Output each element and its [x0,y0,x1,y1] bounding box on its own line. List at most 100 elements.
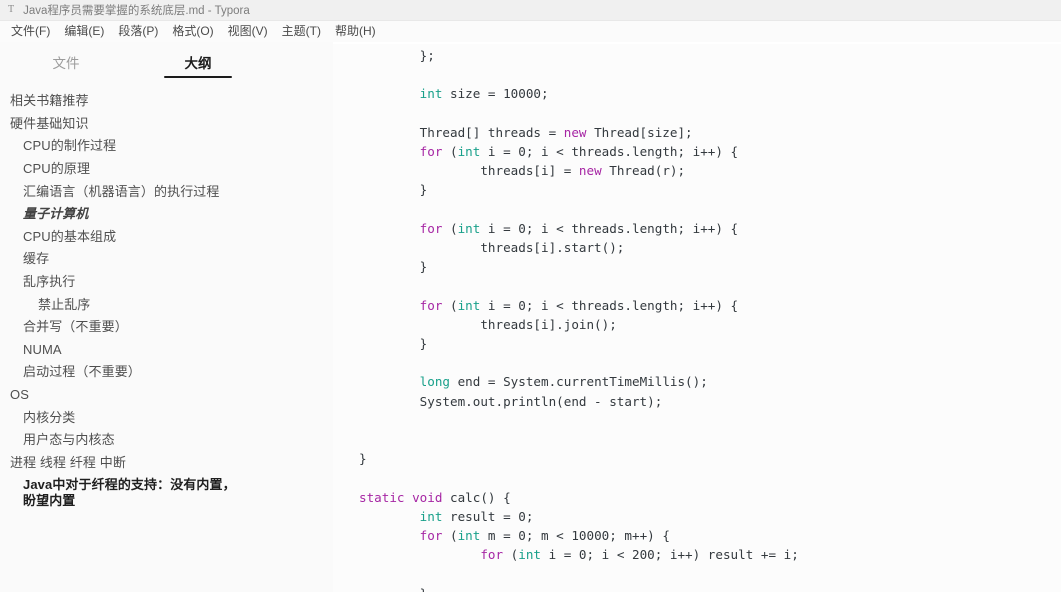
code-line: threads[i].join(); [359,316,617,332]
code-token: int [419,86,443,102]
code-token: end = System.currentTimeMillis(); [450,374,708,390]
outline-item[interactable]: 缓存 [0,248,333,271]
code-token: ( [442,144,458,160]
code-token: } [419,182,428,198]
code-token: } [420,586,428,592]
code-token: ( [442,220,458,236]
menu-help[interactable]: 帮助(H) [328,24,383,39]
outline-item[interactable]: OS [0,384,333,407]
code-line: threads[i] = new Thread(r); [359,163,685,178]
outline-item[interactable]: 相关书籍推荐 [0,90,333,113]
code-line: for (int i = 0; i < threads.length; i++)… [359,144,738,159]
code-token: long [419,374,451,390]
code-token: int [457,220,481,236]
code-token: for [419,144,443,160]
outline-item[interactable]: 进程 线程 纤程 中断 [0,452,333,475]
outline-item[interactable]: 乱序执行 [0,271,333,294]
outline-item[interactable]: 合并写（不重要） [0,316,333,339]
sidebar-tabs: 文件 大纲 [0,42,333,82]
outline-item[interactable]: CPU的制作过程 [0,135,333,158]
code-token: new [578,163,602,179]
code-line: } [359,586,428,592]
code-token: Thread[size]; [586,124,693,140]
menu-format[interactable]: 格式(O) [165,24,220,39]
code-token: int [457,297,481,313]
code-token: size = 10000; [442,86,549,102]
code-token: }; [419,48,435,63]
code-token: ( [442,528,458,544]
code-line: System.out.println(end - start); [359,393,663,409]
code-block[interactable]: }; int size = 10000; Thread[] threads = … [333,44,1061,592]
code-line: for (int i = 0; i < threads.length; i++)… [359,221,738,236]
code-token: threads[i] = [480,163,579,179]
outline-item[interactable]: CPU的原理 [0,158,333,181]
code-token: Thread[] threads = [419,124,564,140]
code-line: int size = 10000; [359,86,549,101]
code-token: result = 0; [442,508,534,524]
code-token: int [457,144,481,160]
code-token: int [518,547,541,563]
code-token: ( [503,547,519,563]
outline-item[interactable]: 硬件基础知识 [0,113,333,136]
code-token: i = 0; i < threads.length; i++) { [480,297,739,313]
menu-paragraph[interactable]: 段落(P) [111,24,165,39]
code-token: for [419,528,443,544]
menu-file[interactable]: 文件(F) [4,24,57,39]
code-line: for (int i = 0; i < 200; i++) result += … [359,547,799,563]
code-line: }; [359,48,435,63]
code-token: int [419,508,443,524]
code-token: } [359,451,367,467]
sidebar-panel: 文件 大纲 相关书籍推荐 硬件基础知识 CPU的制作过程 CPU的原理 汇编语言（机器语… [0,42,333,592]
outline-item[interactable]: 用户态与内核态 [0,429,333,452]
menu-theme[interactable]: 主题(T) [275,24,328,39]
code-line: } [359,336,428,352]
window-title: Java程序员需要掌握的系统底层.md - Typora [23,5,250,17]
code-token: } [419,259,428,275]
menu-view[interactable]: 视图(V) [221,24,275,39]
code-line: } [359,259,428,275]
code-line: static void calc() { [359,490,511,505]
outline-item[interactable]: 禁止乱序 [0,293,333,316]
code-token: threads[i].start(); [480,240,625,256]
code-token: ( [442,297,458,313]
menu-edit[interactable]: 编辑(E) [57,24,111,39]
code-token: new [563,124,587,140]
code-line: Thread[] threads = new Thread[size]; [359,125,693,140]
title-bar: T Java程序员需要掌握的系统底层.md - Typora [0,0,1061,21]
code-token: calc() { [442,489,511,505]
code-token: m = 0; m < 10000; m++) { [480,528,670,544]
outline-item[interactable]: CPU的基本组成 [0,226,333,249]
code-token: static void [359,489,443,505]
code-line: threads[i].start(); [359,240,624,255]
outline-item[interactable]: 启动过程（不重要） [0,361,333,384]
outline-item[interactable]: NUMA [0,339,333,362]
code-token: threads[i].join(); [480,316,617,332]
document-icon: T [8,4,15,15]
code-token: int [457,528,481,544]
tab-files[interactable]: 文件 [0,52,132,78]
outline-list[interactable]: 相关书籍推荐 硬件基础知识 CPU的制作过程 CPU的原理 汇编语言（机器语言）的执行过… [0,82,333,592]
code-token: i = 0; i < 200; i++) result += i; [541,547,799,563]
code-token: i = 0; i < threads.length; i++) { [480,144,739,160]
code-line: long end = System.currentTimeMillis(); [359,374,708,389]
editor-area[interactable]: }; int size = 10000; Thread[] threads = … [333,42,1061,592]
code-token: System.out.println(end - start); [419,393,663,409]
code-token: for [480,547,504,563]
code-line: for (int i = 0; i < threads.length; i++)… [359,298,738,313]
main-split: 文件 大纲 相关书籍推荐 硬件基础知识 CPU的制作过程 CPU的原理 汇编语言（机器语… [0,42,1061,592]
menu-bar: 文件(F) 编辑(E) 段落(P) 格式(O) 视图(V) 主题(T) 帮助(H… [0,21,1061,42]
code-line: for (int m = 0; m < 10000; m++) { [359,528,670,543]
tab-outline[interactable]: 大纲 [132,52,264,78]
code-token: i = 0; i < threads.length; i++) { [480,220,739,236]
outline-item[interactable]: 量子计算机 [0,203,333,226]
code-token: for [419,297,443,313]
code-line: int result = 0; [359,508,534,524]
code-line: } [359,182,428,198]
outline-item[interactable]: 内核分类 [0,406,333,429]
code-token: } [419,336,428,352]
outline-item[interactable]: Java中对于纤程的支持：没有内置，盼望内置 [0,474,255,511]
typora-window: T Java程序员需要掌握的系统底层.md - Typora 文件(F) 编辑(… [0,0,1061,592]
outline-item[interactable]: 汇编语言（机器语言）的执行过程 [0,180,333,203]
code-token: for [419,220,443,236]
code-line: } [359,451,367,466]
